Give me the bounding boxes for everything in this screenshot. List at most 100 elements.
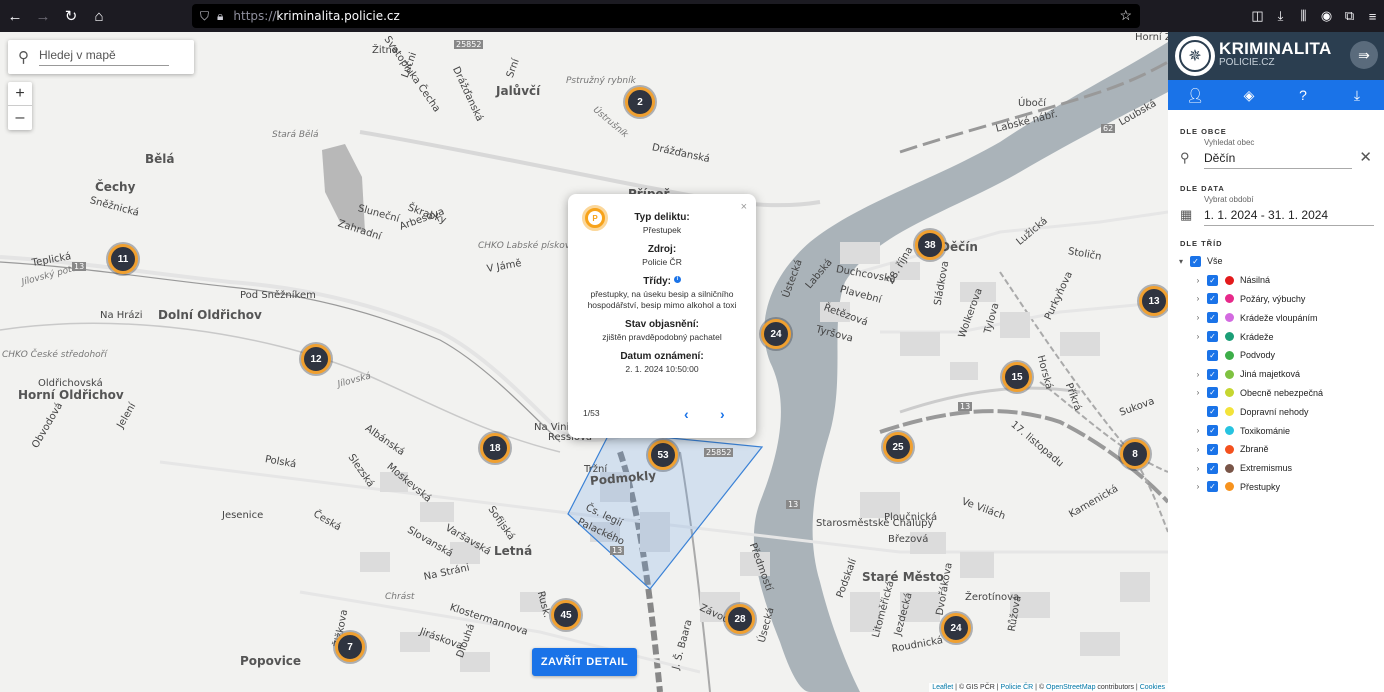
class-checkbox[interactable]: ✓ xyxy=(1207,274,1218,286)
class-checkbox[interactable]: ✓ xyxy=(1207,312,1218,324)
class-checkbox[interactable]: ✓ xyxy=(1207,368,1218,380)
download-icon[interactable]: ⤓ xyxy=(1330,80,1384,110)
extensions-icon[interactable]: ⧉ xyxy=(1338,8,1361,24)
crime-cluster[interactable]: 2 xyxy=(625,87,655,117)
class-section-title: DLE TŘÍD xyxy=(1180,239,1223,248)
class-checkbox[interactable]: ✓ xyxy=(1207,443,1218,455)
reload-icon[interactable]: ↻ xyxy=(58,3,84,29)
crime-cluster[interactable]: 53 xyxy=(648,440,678,470)
caret-right-icon[interactable]: › xyxy=(1192,294,1204,303)
crime-cluster[interactable]: 28 xyxy=(725,604,755,634)
crime-cluster[interactable]: 25 xyxy=(883,432,913,462)
crime-cluster[interactable]: 7 xyxy=(335,632,365,662)
map-search-input[interactable]: Hledej v mapě xyxy=(39,48,169,66)
map-label: Pstružný rybník xyxy=(566,76,636,86)
lock-icon: 🔒︎ xyxy=(217,8,224,23)
checkbox-all[interactable]: ✓ xyxy=(1190,255,1201,267)
menu-icon[interactable]: ≡ xyxy=(1361,9,1384,24)
road-badge: 25852 xyxy=(454,40,484,49)
account-icon[interactable]: ◉ xyxy=(1315,8,1338,24)
tree-row-class: › ✓ Obecně nebezpečná xyxy=(1192,384,1384,403)
cookies-link[interactable]: Cookies xyxy=(1140,684,1165,691)
date-range-input[interactable]: 1. 1. 2024 - 31. 1. 2024 xyxy=(1204,208,1374,226)
bookmark-star-icon[interactable]: ☆ xyxy=(1119,7,1132,24)
source-value: Policie ČR xyxy=(642,257,682,267)
caret-down-icon[interactable]: ▾ xyxy=(1175,257,1187,266)
class-checkbox[interactable]: ✓ xyxy=(1207,349,1218,361)
prev-arrow-icon[interactable]: ‹ xyxy=(684,406,689,422)
class-checkbox[interactable]: ✓ xyxy=(1207,462,1218,474)
info-icon[interactable]: i xyxy=(673,276,681,283)
map-label: Letná xyxy=(494,544,533,558)
tree-row-class: › ✓ Krádeže xyxy=(1192,327,1384,346)
class-label: Extremismus xyxy=(1240,463,1293,474)
crime-cluster[interactable]: 38 xyxy=(915,230,945,260)
caret-right-icon[interactable]: › xyxy=(1192,482,1204,491)
class-color-dot xyxy=(1225,407,1234,417)
caret-right-icon[interactable]: › xyxy=(1192,370,1204,379)
zoom-out-button[interactable]: – xyxy=(8,106,32,130)
help-icon[interactable]: ? xyxy=(1276,80,1330,110)
caret-right-icon[interactable]: › xyxy=(1192,464,1204,473)
crime-cluster[interactable]: 18 xyxy=(480,433,510,463)
class-checkbox[interactable]: ✓ xyxy=(1207,425,1218,437)
caret-right-icon[interactable]: › xyxy=(1192,426,1204,435)
crime-cluster[interactable]: 13 xyxy=(1139,286,1168,316)
library-icon[interactable]: ⫼ xyxy=(1292,8,1315,24)
map-search-box[interactable]: ⚲ Hledej v mapě xyxy=(8,40,194,74)
obec-field: ⚲ Vyhledat obec Děčín ✕ xyxy=(1178,138,1374,172)
class-color-dot xyxy=(1225,294,1234,304)
class-label: Dopravní nehody xyxy=(1240,406,1309,417)
class-checkbox[interactable]: ✓ xyxy=(1207,293,1218,305)
classes-label: Třídy: xyxy=(643,276,671,287)
filter-panel: ✵ KRIMINALITA POLICIE.CZ ⇛ 👤︎ ◈ ? ⤓ DLE … xyxy=(1168,32,1384,692)
class-checkbox[interactable]: ✓ xyxy=(1207,406,1218,418)
class-color-dot xyxy=(1225,388,1234,398)
collapse-panel-icon[interactable]: ⇛ xyxy=(1350,41,1378,69)
url-bar[interactable]: ⛉ 🔒︎ https://kriminalita.policie.cz ☆ xyxy=(192,4,1140,28)
crime-cluster[interactable]: 8 xyxy=(1120,439,1150,469)
home-icon[interactable]: ⌂ xyxy=(86,3,112,29)
policie-link[interactable]: Policie ČR xyxy=(1001,684,1034,691)
panel-header: ✵ KRIMINALITA POLICIE.CZ ⇛ xyxy=(1168,32,1384,80)
caret-right-icon[interactable]: › xyxy=(1192,276,1204,285)
tree-row-class: › ✓ Násilná xyxy=(1192,271,1384,290)
tree-row-class: › ✓ Přestupky xyxy=(1192,478,1384,497)
map-label: CHKO Labské pískovce xyxy=(478,241,581,251)
search-icon: ⚲ xyxy=(18,49,29,66)
class-label-all: Vše xyxy=(1207,256,1223,267)
map-canvas[interactable]: Horní Žl Žitná Svatopluka Čecha Lučni Dr… xyxy=(0,32,1168,692)
tree-row-all: ▾ ✓ Vše xyxy=(1175,252,1384,271)
crime-cluster[interactable]: 24 xyxy=(941,613,971,643)
clear-obec-icon[interactable]: ✕ xyxy=(1359,148,1372,166)
date-section-title: DLE DATA xyxy=(1180,184,1225,193)
crime-cluster[interactable]: 24 xyxy=(761,319,791,349)
next-arrow-icon[interactable]: › xyxy=(720,406,725,422)
back-icon[interactable]: ← xyxy=(2,3,28,29)
shield-icon: ⛉ xyxy=(200,8,210,23)
caret-right-icon[interactable]: › xyxy=(1192,388,1204,397)
crime-cluster[interactable]: 15 xyxy=(1002,362,1032,392)
obec-input[interactable]: Děčín xyxy=(1204,151,1352,169)
popup-close-icon[interactable]: × xyxy=(741,201,747,213)
crime-cluster[interactable]: 45 xyxy=(551,600,581,630)
osm-link[interactable]: OpenStreetMap xyxy=(1046,684,1095,691)
class-checkbox[interactable]: ✓ xyxy=(1207,387,1218,399)
road-badge: 62 xyxy=(1101,124,1116,133)
caret-right-icon[interactable]: › xyxy=(1192,332,1204,341)
caret-right-icon[interactable]: › xyxy=(1192,313,1204,322)
downloads-icon[interactable]: ⤓ xyxy=(1269,8,1292,24)
tree-row-class: › ✓ Požáry, výbuchy xyxy=(1192,290,1384,309)
crime-cluster[interactable]: 12 xyxy=(301,344,331,374)
leaflet-link[interactable]: Leaflet xyxy=(932,684,953,691)
pocket-icon[interactable]: ◫ xyxy=(1246,8,1269,24)
forward-icon[interactable]: → xyxy=(30,3,56,29)
layers-icon[interactable]: ◈ xyxy=(1222,80,1276,110)
caret-right-icon[interactable]: › xyxy=(1192,445,1204,454)
user-icon[interactable]: 👤︎ xyxy=(1168,80,1222,110)
class-checkbox[interactable]: ✓ xyxy=(1207,331,1218,343)
zoom-in-button[interactable]: + xyxy=(8,82,32,106)
crime-cluster[interactable]: 11 xyxy=(108,244,138,274)
class-checkbox[interactable]: ✓ xyxy=(1207,481,1218,493)
close-detail-button[interactable]: ZAVŘÍT DETAIL xyxy=(532,648,637,676)
